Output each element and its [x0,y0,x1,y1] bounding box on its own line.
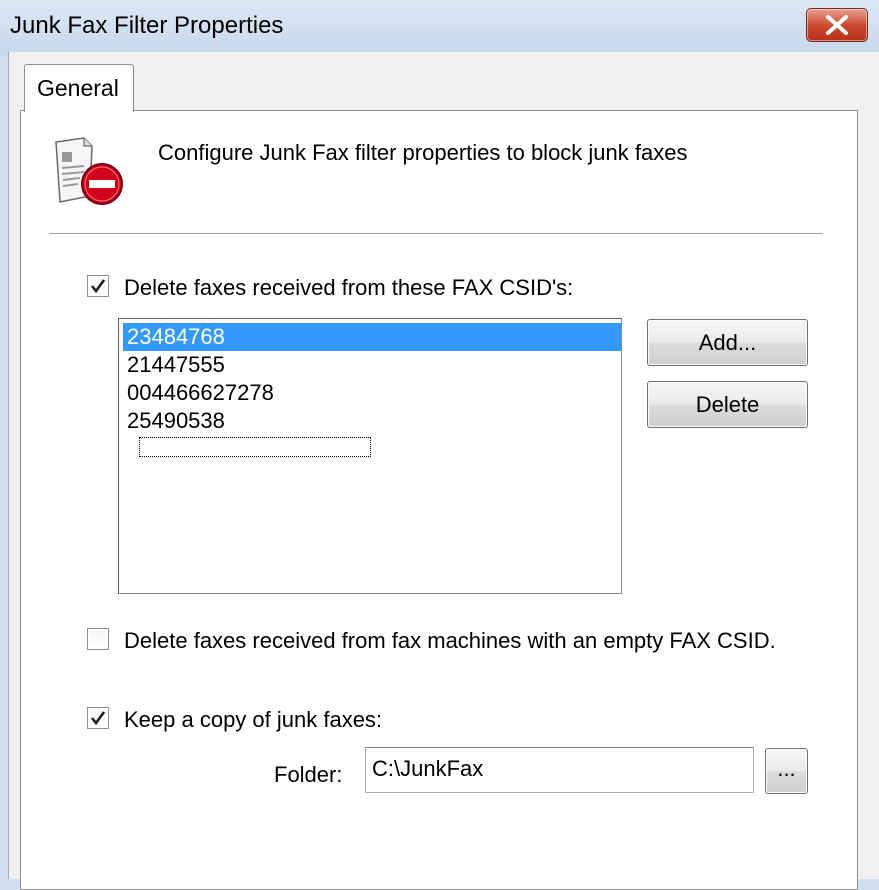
tab-general[interactable]: General [24,64,134,112]
keep-copy-checkbox[interactable] [87,707,109,729]
fax-blocked-icon [55,137,123,205]
checkmark-icon [90,711,106,726]
title-bar[interactable]: Junk Fax Filter Properties [0,0,879,56]
window-title: Junk Fax Filter Properties [10,12,284,39]
checkmark-icon [90,279,106,294]
csid-listbox[interactable]: 23484768 21447555 004466627278 25490538 [118,318,622,594]
keep-copy-label: Keep a copy of junk faxes: [124,707,383,732]
add-button[interactable]: Add... [647,319,808,366]
close-icon [826,15,848,35]
close-button[interactable] [806,8,868,42]
browse-folder-button[interactable]: ... [765,748,808,794]
delete-button[interactable]: Delete [647,381,808,428]
empty-csid-checkbox[interactable] [87,628,109,650]
tab-general-label: General [37,75,119,101]
delete-csid-checkbox[interactable] [87,275,109,297]
list-item[interactable]: 21447555 [123,351,621,379]
header-separator [50,233,822,235]
list-item[interactable]: 23484768 [123,323,621,351]
delete-csid-label: Delete faxes received from these FAX CSI… [124,275,574,300]
new-item-focus-rect[interactable] [139,437,371,457]
list-item[interactable]: 004466627278 [123,379,621,407]
list-item[interactable]: 25490538 [123,407,621,435]
empty-csid-label: Delete faxes received from fax machines … [124,628,776,653]
folder-label: Folder: [274,762,343,787]
header-description: Configure Junk Fax filter properties to … [158,140,688,165]
folder-path-input[interactable]: C:\JunkFax [365,747,754,793]
